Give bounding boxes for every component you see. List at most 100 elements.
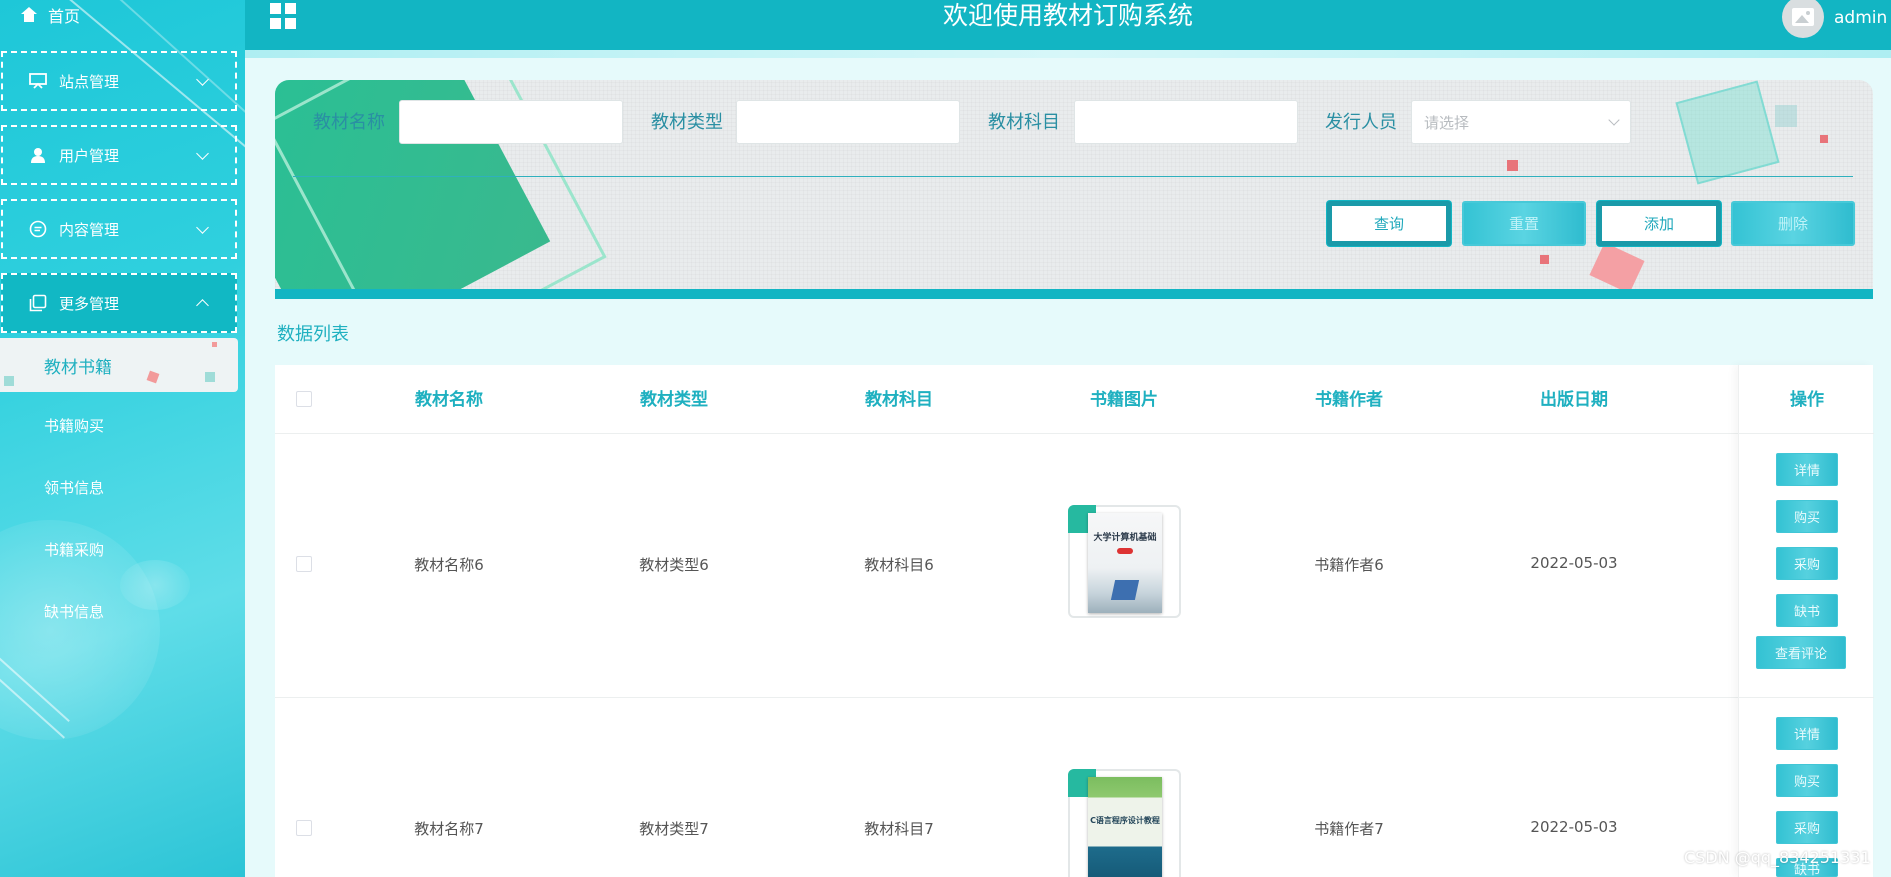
cover-decoration (1110, 580, 1140, 600)
sidebar-group-site[interactable]: 站点管理 (1, 51, 237, 111)
confetti-decoration (212, 342, 217, 347)
confetti-decoration (4, 376, 14, 386)
cell-type: 教材类型6 (639, 556, 709, 574)
sidebar: 首页 站点管理 用户管理 内容管理 更多管理 教材书籍 书籍购买 领书信息 书籍… (0, 0, 245, 877)
chevron-down-icon (1608, 114, 1620, 126)
reset-button[interactable]: 重置 (1462, 201, 1586, 246)
row-divider (275, 697, 1873, 698)
cell-name: 教材名称6 (414, 556, 484, 574)
image-icon (1792, 8, 1814, 26)
panel-decoration (1540, 255, 1549, 264)
sidebar-item-label: 教材书籍 (44, 357, 112, 378)
row-checkbox[interactable] (296, 556, 312, 572)
sidebar-item-book-purchase[interactable]: 书籍购买 (44, 415, 104, 436)
delete-button[interactable]: 删除 (1731, 201, 1855, 246)
sidebar-group-users[interactable]: 用户管理 (1, 125, 237, 185)
textbook-name-input[interactable] (399, 100, 623, 144)
view-comments-button[interactable]: 查看评论 (1756, 636, 1846, 669)
book-cover: C语言程序设计教程 (1088, 777, 1162, 877)
cell-author: 书籍作者7 (1314, 820, 1384, 838)
detail-button[interactable]: 详情 (1776, 717, 1838, 750)
header-divider (1739, 433, 1874, 434)
chevron-down-icon (196, 220, 209, 234)
home-icon (20, 7, 38, 23)
search-panel: 教材名称 教材类型 教材科目 发行人员 请选择 查询 重置 添加 删除 (275, 80, 1873, 299)
list-title: 数据列表 (277, 324, 349, 345)
field-label-name: 教材名称 (313, 112, 385, 133)
sidebar-group-content[interactable]: 内容管理 (1, 199, 237, 259)
procure-button[interactable]: 采购 (1776, 811, 1838, 844)
sidebar-group-label: 更多管理 (59, 294, 120, 313)
chat-icon (29, 220, 47, 238)
cell-type: 教材类型7 (639, 820, 709, 838)
cell-author: 书籍作者6 (1314, 556, 1384, 574)
panel-decoration (1507, 160, 1518, 171)
page-title: 欢迎使用教材订购系统 (942, 1, 1193, 30)
sidebar-decoration (120, 560, 190, 610)
sidebar-item-label: 领书信息 (44, 479, 105, 497)
field-label-subject: 教材科目 (988, 112, 1060, 133)
chevron-down-icon (196, 72, 209, 86)
confetti-decoration (205, 372, 215, 382)
column-header[interactable]: 出版日期 (1540, 385, 1608, 410)
cell-subject: 教材科目7 (864, 820, 934, 838)
search-button[interactable]: 查询 (1327, 201, 1451, 246)
missing-book-button[interactable]: 缺书 (1776, 594, 1838, 627)
textbook-type-input[interactable] (736, 100, 960, 144)
row-checkbox[interactable] (296, 820, 312, 836)
sidebar-item-textbooks[interactable]: 教材书籍 (0, 338, 238, 392)
column-header[interactable]: 教材类型 (640, 385, 708, 410)
field-label-type: 教材类型 (651, 112, 723, 133)
sidebar-item-book-receipt[interactable]: 领书信息 (44, 477, 104, 498)
buy-button[interactable]: 购买 (1776, 764, 1838, 797)
field-label-publisher: 发行人员 (1325, 112, 1397, 133)
sidebar-item-label: 书籍采购 (44, 541, 105, 559)
watermark: CSDN @qq_834251331 (1684, 848, 1871, 867)
sidebar-home-label: 首页 (48, 7, 81, 26)
add-button[interactable]: 添加 (1597, 201, 1721, 246)
sidebar-group-label: 内容管理 (59, 220, 120, 239)
column-header[interactable]: 书籍作者 (1315, 385, 1383, 410)
panel-decoration (1820, 135, 1828, 143)
sidebar-item-label: 书籍购买 (44, 417, 105, 435)
panel-divider (293, 176, 1853, 177)
sidebar-item-missing-books[interactable]: 缺书信息 (44, 601, 104, 622)
buy-button[interactable]: 购买 (1776, 500, 1838, 533)
confetti-decoration (146, 370, 160, 384)
chevron-up-icon (196, 298, 209, 312)
cell-date: 2022-05-03 (1530, 818, 1618, 836)
panel-decoration (1589, 242, 1645, 294)
cell-date: 2022-05-03 (1530, 554, 1618, 572)
book-cover: 大学计算机基础 (1088, 513, 1162, 613)
column-header[interactable]: 教材名称 (415, 385, 483, 410)
column-header: 操作 (1790, 390, 1824, 410)
publisher-select-placeholder: 请选择 (1424, 113, 1470, 132)
panel-decoration (1775, 105, 1797, 127)
header-strip (245, 50, 1891, 58)
textbook-subject-input[interactable] (1074, 100, 1298, 144)
book-image[interactable]: C语言程序设计教程 (1068, 769, 1181, 877)
detail-button[interactable]: 详情 (1776, 453, 1838, 486)
username[interactable]: admin (1834, 8, 1887, 28)
panel-bottom-bar (275, 289, 1873, 299)
book-image[interactable]: 大学计算机基础 (1068, 505, 1181, 618)
header-divider (275, 433, 1873, 434)
sidebar-group-more[interactable]: 更多管理 (1, 273, 237, 333)
sidebar-item-book-procurement[interactable]: 书籍采购 (44, 539, 104, 560)
select-all-checkbox[interactable] (296, 391, 312, 407)
procure-button[interactable]: 采购 (1776, 547, 1838, 580)
top-header: 欢迎使用教材订购系统 admin (245, 0, 1891, 50)
publisher-select[interactable]: 请选择 (1411, 100, 1631, 144)
column-header[interactable]: 教材科目 (865, 385, 933, 410)
cover-decoration (1117, 548, 1133, 554)
column-header: 书籍图片 (1090, 390, 1158, 410)
sidebar-group-label: 站点管理 (59, 72, 120, 91)
sidebar-home[interactable]: 首页 (20, 2, 80, 28)
data-table: 教材名称 教材类型 教材科目 书籍图片 书籍作者 出版日期 教材名称6 教材类型… (275, 365, 1874, 877)
sidebar-item-label: 缺书信息 (44, 603, 105, 621)
sidebar-group-label: 用户管理 (59, 146, 120, 165)
copy-icon (29, 294, 47, 312)
book-cover-title: C语言程序设计教程 (1090, 816, 1160, 825)
monitor-icon (29, 72, 47, 90)
avatar[interactable] (1782, 0, 1824, 38)
